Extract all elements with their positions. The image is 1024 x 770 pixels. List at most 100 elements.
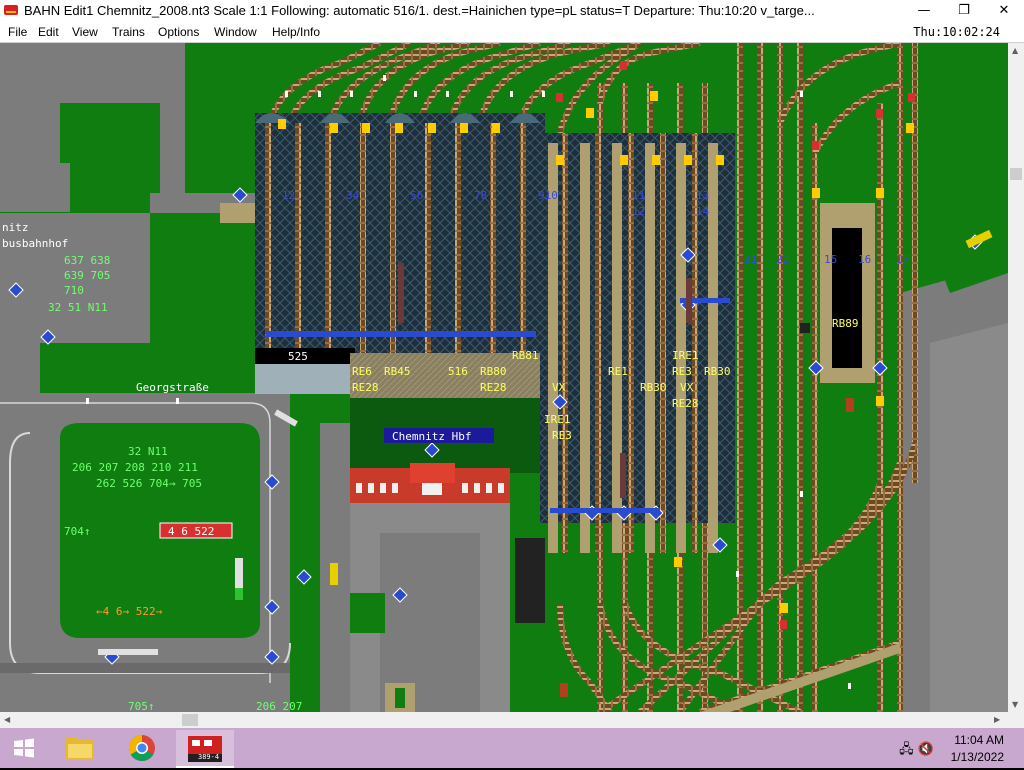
route-label-rb89: RB89 [832, 317, 859, 330]
grass-east [920, 43, 1008, 243]
windows-logo-icon [14, 738, 34, 758]
train-vehicle[interactable] [686, 278, 692, 323]
tram-vehicle[interactable] [98, 649, 158, 655]
street-label-georgstrasse: Georgstraße [136, 381, 209, 394]
bus-route-206: 206 207 [256, 700, 302, 712]
train-vehicle[interactable] [560, 683, 568, 697]
station-label[interactable]: Chemnitz Hbf [392, 430, 471, 443]
track-number: 16 [858, 253, 871, 266]
train-vehicle[interactable] [620, 453, 626, 498]
train-rb89 [832, 228, 862, 368]
chrome-button[interactable] [124, 732, 160, 764]
chrome-icon [128, 734, 155, 762]
paved-area [0, 43, 70, 212]
menu-edit[interactable]: Edit [38, 25, 59, 39]
app-icon [4, 5, 18, 15]
track-number: 14 [696, 205, 710, 218]
road-east-lane [930, 323, 1008, 712]
menu-bar: File Edit View Trains Options Window Hel… [0, 22, 1024, 43]
scroll-right-icon[interactable]: ▶ [994, 715, 1000, 724]
vertical-scroll-thumb[interactable] [1010, 168, 1022, 180]
menu-options[interactable]: Options [158, 25, 199, 39]
railway-map[interactable]: nitz busbahnhof Georgstraße 637 638 639 … [0, 43, 1008, 712]
bus-lines-text: 32 51 N11 [48, 301, 108, 314]
road-piece [320, 423, 350, 523]
route-label-re3: RE3 [672, 365, 692, 378]
title-bar: BAHN Edit1 Chemnitz_2008.nt3 Scale 1:1 F… [0, 0, 1024, 23]
track-number: 15 [824, 253, 837, 266]
bus-route-705: 705↑ [128, 700, 155, 712]
vertical-scrollbar[interactable]: ▲ ▼ [1008, 43, 1024, 712]
track-number: 56 [410, 189, 423, 202]
bus-station-label-line2: busbahnhof [2, 237, 68, 250]
network-icon[interactable]: 🖧 [899, 742, 914, 757]
train-vehicle[interactable] [846, 398, 854, 412]
platform-small [220, 203, 260, 223]
route-label-vx: VX [680, 381, 694, 394]
track-number: 910 [538, 189, 558, 202]
bus-routes-text: 637 638 [64, 254, 110, 267]
bus-vehicle[interactable] [235, 558, 243, 593]
menu-trains[interactable]: Trains [112, 25, 145, 39]
track-number: 22 [776, 253, 789, 266]
route-label-rb80: RB80 [480, 365, 507, 378]
horizontal-scrollbar[interactable]: ◀ ▶ [0, 712, 1008, 728]
route-label-516: 516 [448, 365, 468, 378]
route-label-re28: RE28 [672, 397, 699, 410]
road-vertical [160, 43, 185, 213]
route-label-vx: VX [552, 381, 566, 394]
route-label-re1: RE1 [608, 365, 628, 378]
file-explorer-button[interactable] [62, 732, 98, 764]
signal-icon[interactable] [296, 569, 312, 585]
start-button[interactable] [6, 732, 42, 764]
route-label-ire1: IRE1 [672, 349, 699, 362]
track-number: 12 [282, 189, 295, 202]
signal-icon[interactable] [872, 360, 888, 376]
bus-routes-text: 639 705 [64, 269, 110, 282]
track-number: 34 [346, 189, 360, 202]
menu-view[interactable]: View [72, 25, 98, 39]
bus-station-label-line1: nitz [2, 221, 29, 234]
volume-muted-icon[interactable]: 🔇 [918, 742, 934, 757]
scroll-left-icon[interactable]: ◀ [4, 715, 10, 724]
route-label-re3: RE3 [552, 429, 572, 442]
route-label-ire1: IRE1 [544, 413, 571, 426]
bus-routes-text: 262 526 704→ 705 [96, 477, 202, 490]
track-number: 12 [632, 205, 645, 218]
maximize-button[interactable]: ❐ [944, 0, 984, 22]
system-tray[interactable]: 🖧 🔇 [899, 740, 934, 762]
route-label-rb45: RB45 [384, 365, 411, 378]
bahn-app-button[interactable]: 389-4 [176, 730, 234, 768]
horizontal-scroll-thumb[interactable] [182, 714, 198, 726]
red-box-text: 4 6 522 [168, 525, 214, 538]
train-vehicle[interactable] [398, 263, 404, 323]
taskbar-date[interactable]: 1/13/2022 [951, 750, 1004, 764]
bus-lines-text: 32 N11 [128, 445, 168, 458]
scroll-down-icon[interactable]: ▼ [1012, 700, 1018, 709]
menu-file[interactable]: File [8, 25, 27, 39]
sidewalk [0, 663, 290, 673]
taskbar-time[interactable]: 11:04 AM [954, 733, 1004, 747]
menu-help-info[interactable]: Help/Info [272, 25, 320, 39]
scroll-up-icon[interactable]: ▲ [1012, 46, 1018, 55]
bus-route-direction-text: ←4 6→ 522→ [96, 605, 163, 618]
track-number: 13 [696, 189, 709, 202]
close-button[interactable]: ✕ [984, 0, 1024, 22]
bus-routes-text: 206 207 208 210 211 [72, 461, 198, 474]
window-title: BAHN Edit1 Chemnitz_2008.nt3 Scale 1:1 F… [24, 3, 815, 18]
route-label-re6: RE6 [352, 365, 372, 378]
track-number: 17 [896, 253, 909, 266]
depot-building [515, 538, 545, 623]
track-number: 78 [474, 189, 487, 202]
route-label-rb30: RB30 [704, 365, 731, 378]
route-label-rb30: RB30 [640, 381, 667, 394]
bus-route-704: 704↑ [64, 525, 91, 538]
minimize-button[interactable]: — [904, 0, 944, 22]
bus-vehicle[interactable] [235, 588, 243, 600]
menu-window[interactable]: Window [214, 25, 257, 39]
bus-routes-text: 710 [64, 284, 84, 297]
railway-map-canvas[interactable]: nitz busbahnhof Georgstraße 637 638 639 … [0, 43, 1008, 712]
bus-vehicle[interactable] [330, 563, 338, 585]
departure-board-number: 525 [288, 350, 308, 363]
app-badge: 389-4 [198, 753, 220, 761]
